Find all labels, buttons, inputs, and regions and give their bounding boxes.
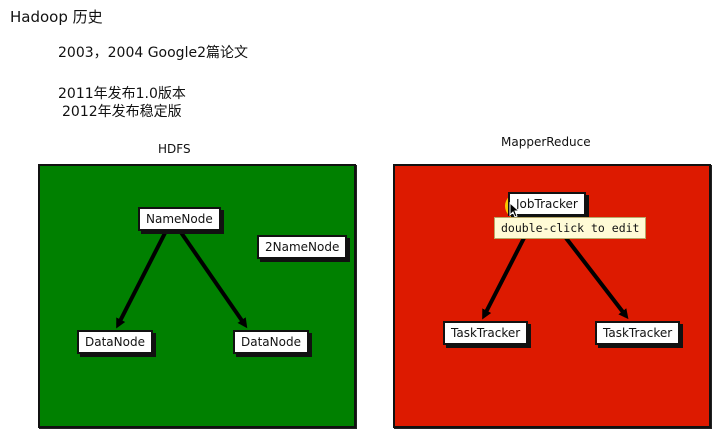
edit-tooltip: double-click to edit bbox=[494, 217, 647, 239]
datanode-right-box[interactable]: DataNode bbox=[233, 330, 309, 354]
tasktracker-left-box[interactable]: TaskTracker bbox=[443, 321, 529, 345]
mouse-pointer-icon bbox=[509, 202, 521, 218]
namenode-box[interactable]: NameNode bbox=[138, 207, 221, 231]
secondary-namenode-box[interactable]: 2NameNode bbox=[257, 235, 348, 259]
arrow-namenode-datanode-right bbox=[178, 229, 248, 329]
arrow-jobtracker-tasktracker-right bbox=[564, 236, 629, 320]
arrow-jobtracker-tasktracker-left bbox=[482, 237, 526, 320]
arrow-namenode-datanode-left bbox=[116, 230, 168, 329]
datanode-left-box[interactable]: DataNode bbox=[77, 330, 153, 354]
tasktracker-right-box[interactable]: TaskTracker bbox=[595, 321, 681, 345]
